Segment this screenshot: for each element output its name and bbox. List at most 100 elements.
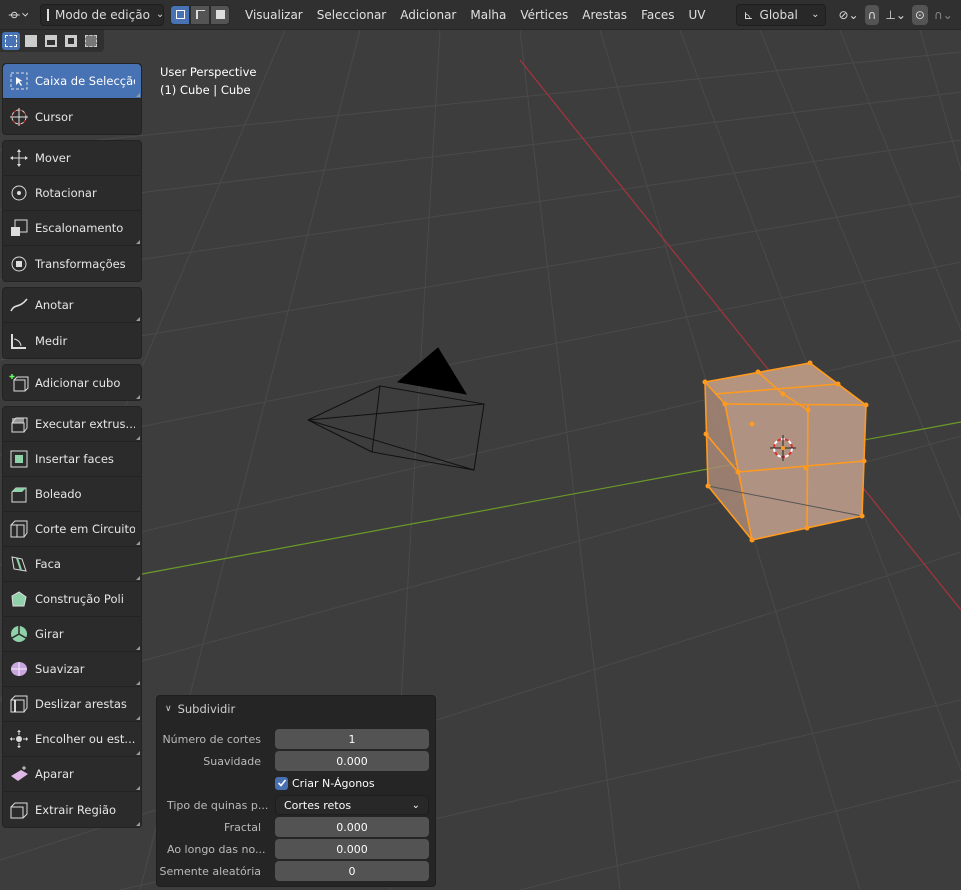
header-menus: Visualizar Seleccionar Adicionar Malha V… [238,4,712,26]
viewport-header: Modo de edição ⌄ Visualizar Seleccionar … [0,0,961,30]
menu-visualizar[interactable]: Visualizar [238,4,310,26]
chevron-down-icon: ⌄ [411,799,420,811]
checkmark-icon [275,776,288,790]
tool-add-cube[interactable]: Adicionar cubo [3,365,141,400]
cube-mesh[interactable] [702,360,869,543]
pivot-button[interactable]: ⊘⌄ [832,4,864,26]
toolbar-group: Mover Rotacionar Escalonamento Transformaçõ… [2,140,142,282]
select-new-icon [5,35,17,47]
edge-select-mode-button[interactable] [190,4,210,25]
number-of-cuts-field[interactable]: 1 [275,729,429,749]
mode-dropdown[interactable]: Modo de edição ⌄ [40,3,164,26]
snap-button[interactable]: ∩ [864,4,880,25]
select-box-icon [3,64,35,99]
orientation-icon: ⊾ [743,7,754,22]
tool-knife[interactable]: Faca [3,547,141,582]
tool-spin[interactable]: Girar [3,617,141,652]
move-icon [3,141,35,176]
create-ngons-row: Criar N-Ágonos [157,773,437,793]
tool-inset-faces[interactable]: Insertar faces [3,442,141,477]
tool-poly-build[interactable]: Construção Poli [3,582,141,617]
falloff-button[interactable]: ∩⌄ [928,4,959,26]
tool-loop-cut[interactable]: Corte em Circuito [3,512,141,547]
tool-bevel[interactable]: Boleado [3,477,141,512]
toolbar-group: Caixa de Selecção Cursor [2,63,142,135]
select-intersect-button[interactable] [82,32,100,50]
tool-select-box[interactable]: Caixa de Selecção [3,64,141,99]
falloff-icon: ∩⌄ [933,7,953,22]
magnet-icon: ∩ [867,7,877,22]
tool-label: Boleado [35,487,82,501]
chevron-down-icon: ∨ [165,704,172,714]
along-normal-field[interactable]: 0.000 [275,839,429,859]
subdivide-operator-panel: ∨ Subdividir Número de cortes 1 Suavidad… [156,695,436,887]
tool-transform[interactable]: Transformações [3,246,141,281]
extrude-icon [3,407,35,442]
select-extend-button[interactable] [22,32,40,50]
select-new-button[interactable] [2,32,20,50]
orientation-dropdown[interactable]: ⊾ Global ⌄ [736,3,827,26]
fractal-row: Fractal 0.000 [157,817,437,837]
tool-shrink-fatten[interactable]: Encolher ou est... [3,722,141,757]
snap-target-icon: ⊥⌄ [885,7,906,22]
menu-vertices[interactable]: Vértices [513,4,575,26]
menu-arestas[interactable]: Arestas [575,4,634,26]
tool-scale[interactable]: Escalonamento [3,211,141,246]
tool-label: Girar [35,627,64,641]
x-axis-line [519,59,961,611]
fractal-field[interactable]: 0.000 [275,817,429,837]
tool-label: Construção Poli [35,592,124,606]
vertex-select-mode-button[interactable] [170,4,190,25]
add-cube-icon [3,365,35,400]
tool-variants-indicator [136,240,140,244]
tool-move[interactable]: Mover [3,141,141,176]
transform-icon [3,246,35,281]
tool-extrude[interactable]: Executar extrus... [3,407,141,442]
tool-variants-indicator [136,395,140,399]
tool-measure[interactable]: Medir [3,323,141,358]
camera-object[interactable] [307,347,485,471]
along-normal-label: Ao longo das no... [167,842,266,856]
select-subtract-button[interactable] [42,32,60,50]
tool-edge-slide[interactable]: Deslizar arestas [3,687,141,722]
select-mode-group [170,4,230,25]
random-seed-field[interactable]: 0 [275,861,429,881]
menu-faces[interactable]: Faces [634,4,681,26]
panel-header[interactable]: ∨ Subdividir [165,702,235,716]
tool-variants-indicator [136,436,140,440]
annotate-icon [3,288,35,323]
create-ngons-checkbox[interactable]: Criar N-Ágonos [275,776,375,790]
loop-cut-icon [3,512,35,547]
proportional-edit-icon: ⊙ [914,7,925,22]
shear-icon [3,757,35,792]
smoothness-field[interactable]: 0.000 [275,751,429,771]
toolbar: Caixa de Selecção Cursor Mover Rotacionar Es… [2,63,142,833]
select-invert-icon [65,35,77,47]
menu-adicionar[interactable]: Adicionar [393,4,463,26]
editor-type-icon [8,11,28,18]
orientation-label: Global [759,7,798,22]
vertex-select-icon [175,10,185,19]
face-select-mode-button[interactable] [210,4,230,25]
3d-viewport[interactable] [0,0,961,890]
editor-type-button[interactable] [0,4,34,26]
poly-build-icon [3,582,35,617]
proportional-edit-button[interactable]: ⊙ [911,4,928,25]
object-label: (1) Cube | Cube [160,83,251,97]
tool-label: Aparar [35,767,74,781]
quad-corner-row: Tipo de quinas p... Cortes retos ⌄ [157,795,437,815]
quad-corner-select[interactable]: Cortes retos ⌄ [275,795,429,815]
menu-seleccionar[interactable]: Seleccionar [310,4,393,26]
select-invert-button[interactable] [62,32,80,50]
tool-smooth[interactable]: Suavizar [3,652,141,687]
tool-rotate[interactable]: Rotacionar [3,176,141,211]
tool-cursor[interactable]: Cursor [3,99,141,134]
measure-icon [3,323,35,358]
menu-uv[interactable]: UV [681,4,712,26]
tool-rip-region[interactable]: Extrair Região [3,792,141,827]
menu-malha[interactable]: Malha [463,4,513,26]
tool-annotate[interactable]: Anotar [3,288,141,323]
tool-shear[interactable]: Aparar [3,757,141,792]
snap-target-button[interactable]: ⊥⌄ [879,4,912,26]
edit-mode-icon [47,8,49,21]
